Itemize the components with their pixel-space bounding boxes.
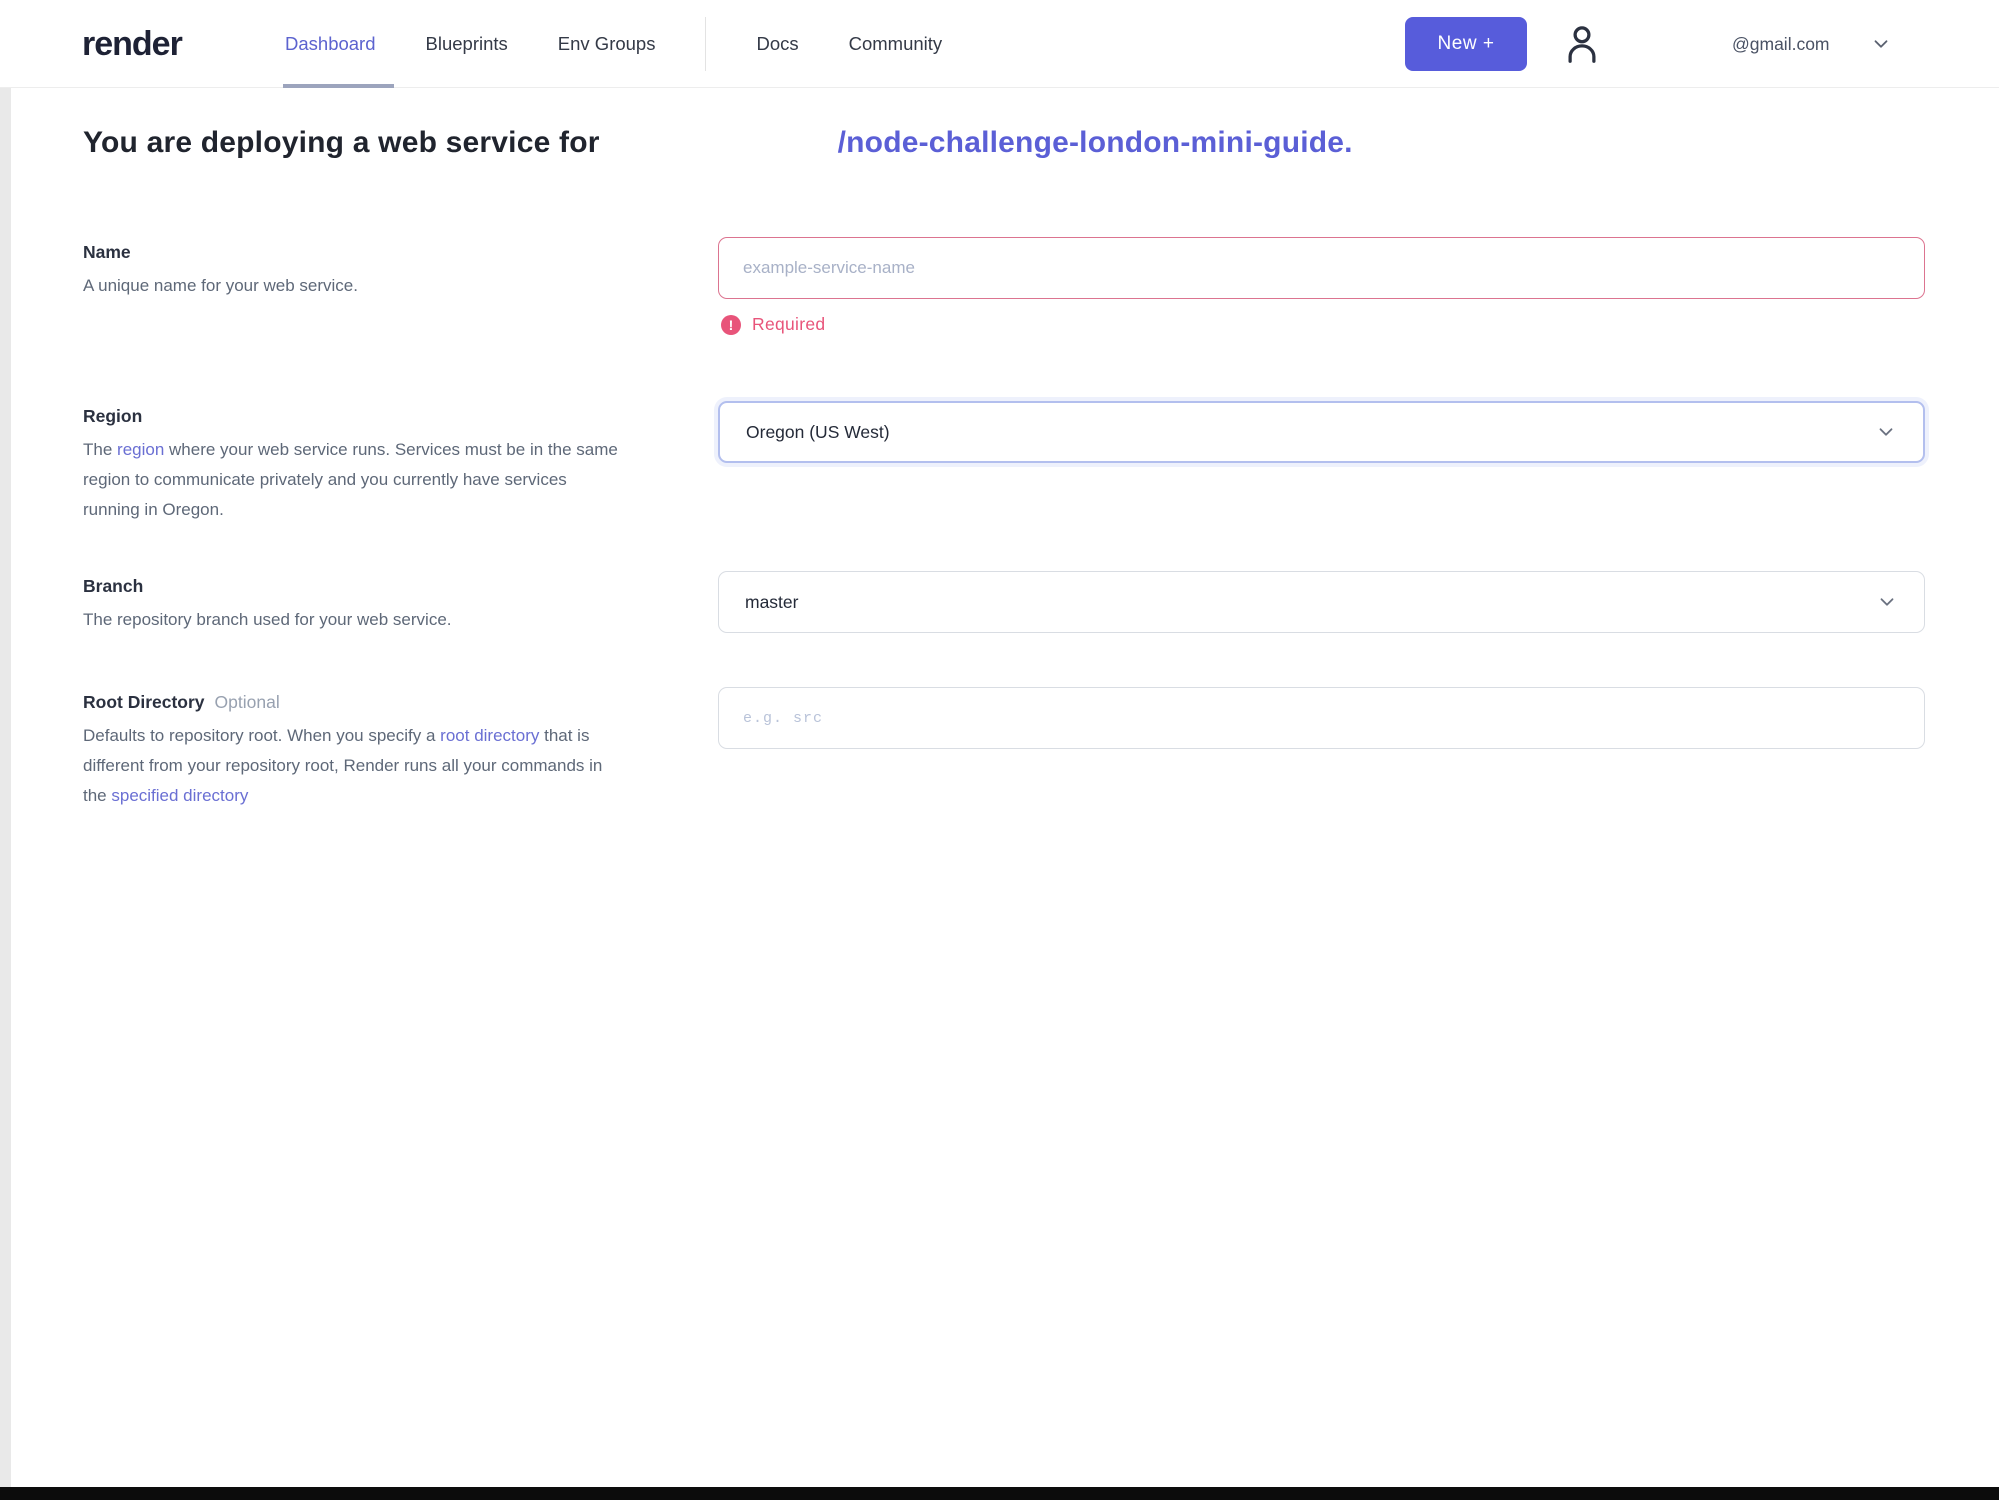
root-directory-input[interactable] [718, 687, 1925, 749]
nav-env-groups[interactable]: Env Groups [558, 0, 656, 88]
region-label: Region [83, 406, 143, 426]
branch-selected-value: master [745, 591, 799, 612]
branch-label: Branch [83, 576, 144, 596]
region-description: The region where your web service runs. … [83, 435, 628, 525]
nav-blueprints[interactable]: Blueprints [426, 0, 508, 88]
root-directory-label: Root Directory Optional [83, 692, 628, 713]
region-doc-link[interactable]: region [117, 440, 164, 459]
specified-directory-doc-link[interactable]: specified directory [111, 786, 248, 805]
service-name-input[interactable] [718, 237, 1925, 299]
page-title-text: You are deploying a web service for [83, 126, 600, 159]
window-edge-strip [0, 88, 11, 1488]
error-message: Required [752, 314, 826, 334]
account-email: @gmail.com [1732, 33, 1830, 54]
region-desc-text-2: where your web service runs. Services mu… [83, 440, 618, 519]
nav-divider [705, 17, 707, 71]
region-selected-value: Oregon (US West) [746, 421, 890, 442]
name-required-error: ! Required [721, 314, 825, 335]
top-nav-bar: render Dashboard Blueprints Env Groups D… [0, 0, 1999, 88]
branch-select[interactable]: master [718, 571, 1925, 633]
name-field-info: Name A unique name for your web service. [83, 242, 628, 301]
name-label: Name [83, 242, 131, 262]
render-logo[interactable]: render [82, 0, 183, 88]
taskbar-strip [0, 1487, 1999, 1500]
chevron-down-icon [1876, 591, 1898, 613]
chevron-down-icon [1874, 40, 1887, 48]
nav-dashboard[interactable]: Dashboard [283, 0, 393, 88]
user-icon[interactable] [1558, 20, 1606, 68]
region-field-info: Region The region where your web service… [83, 406, 628, 525]
deploy-web-service-page: render Dashboard Blueprints Env Groups D… [0, 0, 1999, 1500]
account-menu[interactable]: @gmail.com [1732, 0, 1892, 88]
region-desc-text: The [83, 440, 118, 459]
region-select[interactable]: Oregon (US West) [718, 401, 1925, 463]
branch-description: The repository branch used for your web … [83, 610, 452, 629]
root-directory-description: Defaults to repository root. When you sp… [83, 721, 628, 811]
error-icon: ! [721, 314, 741, 335]
nav-community[interactable]: Community [849, 0, 943, 88]
optional-badge: Optional [214, 692, 280, 712]
new-button[interactable]: New + [1405, 17, 1527, 71]
root-directory-field-info: Root Directory Optional Defaults to repos… [83, 692, 628, 811]
root-desc-text: Defaults to repository root. When you sp… [83, 726, 441, 745]
branch-field-info: Branch The repository branch used for yo… [83, 576, 628, 635]
chevron-down-icon [1875, 421, 1897, 443]
page-title: You are deploying a web service for/node… [83, 126, 1353, 160]
root-directory-doc-link[interactable]: root directory [440, 726, 539, 745]
name-description: A unique name for your web service. [83, 276, 358, 295]
repo-link[interactable]: /node-challenge-london-mini-guide. [838, 126, 1353, 159]
root-directory-label-text: Root Directory [83, 692, 205, 712]
primary-nav: Dashboard Blueprints Env Groups Docs Com… [283, 0, 943, 88]
nav-docs[interactable]: Docs [756, 0, 798, 88]
